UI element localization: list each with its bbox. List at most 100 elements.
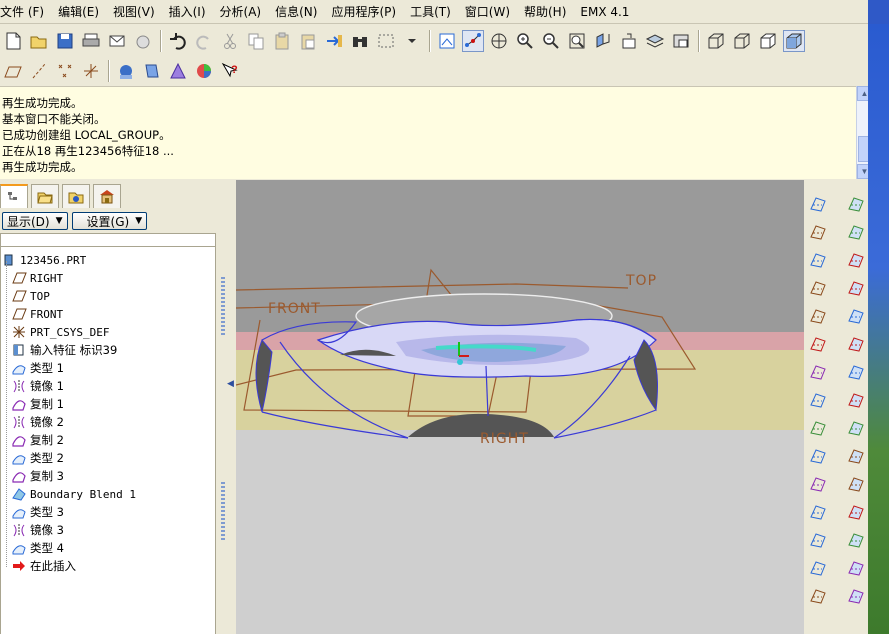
tree-item[interactable]: 镜像 2 [11,413,64,431]
spool-button[interactable] [141,60,163,82]
offset-tool-button[interactable] [844,472,868,496]
paste-special-button[interactable] [297,30,319,52]
datum-axis-tool-button[interactable] [806,248,830,272]
tree-item[interactable]: 镜像 1 [11,377,64,395]
round-tool-button[interactable] [806,388,830,412]
dropdown-button[interactable] [401,30,423,52]
tab-model-tree[interactable] [0,184,28,208]
cut-button[interactable] [219,30,241,52]
datum-point-tool-button[interactable] [806,304,830,328]
sketch-region-button[interactable] [844,584,868,608]
reorient-button[interactable] [592,30,614,52]
collapse-arrow-icon[interactable]: ◀ [227,378,234,389]
save-button[interactable] [54,30,76,52]
style-tool-button[interactable] [844,304,868,328]
tree-item[interactable]: 类型 1 [11,359,64,377]
menu-item-9[interactable]: 帮助(H) [517,3,573,20]
intent-datum-button[interactable] [806,416,830,440]
repaint-button[interactable] [436,30,458,52]
cloud-button[interactable] [132,30,154,52]
shell-tool-button[interactable] [806,444,830,468]
boundary-blend-tool-button[interactable] [844,276,868,300]
analysis-tool-button[interactable] [806,360,830,384]
fill-tool-button[interactable] [844,332,868,356]
variable-sweep-button[interactable] [844,248,868,272]
undo-button[interactable] [167,30,189,52]
tree-item[interactable]: 类型 4 [11,539,64,557]
tab-folder-browser[interactable] [31,184,59,208]
hidden-line-button[interactable] [731,30,753,52]
layers-button[interactable] [644,30,666,52]
tree-item[interactable]: 类型 2 [11,449,64,467]
zoom-in-button[interactable] [514,30,536,52]
tree-item[interactable]: 复制 3 [11,467,64,485]
tree-item[interactable]: 类型 3 [11,503,64,521]
extend-tool-button[interactable] [806,584,830,608]
refit-button[interactable] [566,30,588,52]
new-file-button[interactable] [2,30,24,52]
thicken-tool-button[interactable] [844,528,868,552]
tree-item[interactable]: Boundary Blend 1 [11,485,136,503]
context-help-button[interactable]: ? [219,60,241,82]
tree-item[interactable]: 复制 1 [11,395,64,413]
regenerate-button[interactable] [323,30,345,52]
menu-item-6[interactable]: 应用程序(P) [324,3,403,20]
sketched-datum-curve-button[interactable] [806,192,830,216]
tree-item[interactable]: FRONT [11,305,63,323]
menu-item-3[interactable]: 插入(I) [162,3,213,20]
splitter-grip[interactable] [221,277,225,337]
no-hidden-button[interactable] [757,30,779,52]
select-box-button[interactable] [375,30,397,52]
copy-button[interactable] [245,30,267,52]
menu-item-0[interactable]: 文件 (F) [0,3,51,20]
mirror-tool-button[interactable] [844,444,868,468]
tree-item[interactable]: RIGHT [11,269,63,287]
appearance-button[interactable] [167,60,189,82]
tree-item[interactable]: TOP [11,287,50,305]
merge-tool-button[interactable] [844,360,868,384]
csys-tool-button[interactable] [806,332,830,356]
datum-plane-tool-button[interactable] [806,220,830,244]
splitter-grip[interactable] [221,482,225,542]
tree-item[interactable]: 复制 2 [11,431,64,449]
orient-button[interactable] [488,30,510,52]
paste-button[interactable] [271,30,293,52]
color-wheel-button[interactable] [193,60,215,82]
draft-tool-button[interactable] [806,500,830,524]
sweep-tool-button[interactable] [806,528,830,552]
tree-item[interactable]: 镜像 3 [11,521,64,539]
tree-item[interactable]: 输入特征 标识39 [11,341,117,359]
blend-tool-button[interactable] [806,556,830,580]
spin-center-button[interactable] [462,30,484,52]
saved-views-button[interactable] [618,30,640,52]
view-manager-button[interactable] [670,30,692,52]
redo-button[interactable] [193,30,215,52]
display-dropdown[interactable]: 显示(D) ▼ [2,212,68,230]
menu-item-2[interactable]: 视图(V) [106,3,162,20]
datum-curve-tool-button[interactable] [806,276,830,300]
wireframe-button[interactable] [705,30,727,52]
csys-button[interactable] [80,60,102,82]
menu-item-10[interactable]: EMX 4.1 [573,5,636,19]
warp-tool-button[interactable] [844,500,868,524]
find-button[interactable] [349,30,371,52]
tab-connections[interactable] [93,184,121,208]
panel-splitter[interactable]: ◀ [218,182,234,634]
revolve-tool-button[interactable] [844,220,868,244]
datum-points-button[interactable] [54,60,76,82]
trim-tool-button[interactable] [844,388,868,412]
tree-item[interactable]: 123456.PRT [1,251,86,269]
annotation-button[interactable] [115,60,137,82]
shading-button[interactable] [783,30,805,52]
menu-item-7[interactable]: 工具(T) [403,3,458,20]
open-folder-button[interactable] [28,30,50,52]
graphics-window[interactable]: FRONT TOP RIGHT [236,180,804,634]
datum-planes-button[interactable] [2,60,24,82]
model-viewport[interactable]: FRONT TOP RIGHT [236,180,804,634]
datum-axes-button[interactable] [28,60,50,82]
tree-item[interactable]: PRT_CSYS_DEF [11,323,109,341]
solidify-tool-button[interactable] [844,556,868,580]
menu-item-8[interactable]: 窗口(W) [458,3,517,20]
menu-item-5[interactable]: 信息(N) [268,3,324,20]
rib-tool-button[interactable] [806,472,830,496]
